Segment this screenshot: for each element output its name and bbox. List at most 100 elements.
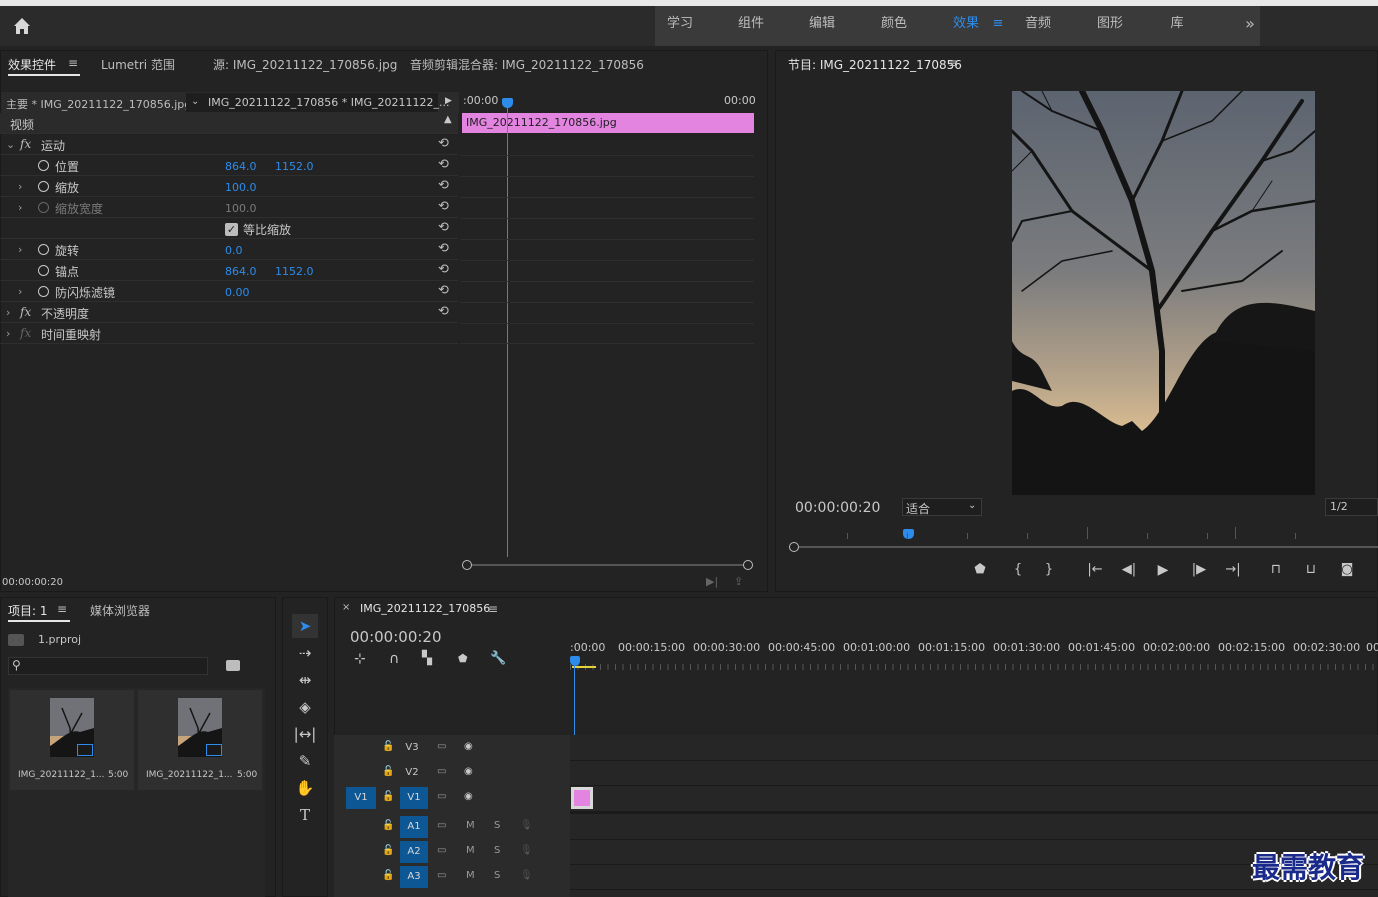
timeline-playhead-handle[interactable] (570, 656, 580, 666)
position-y-value[interactable]: 1152.0 (275, 160, 314, 173)
timeline-ruler-ticks[interactable] (570, 664, 1378, 670)
track-select-tool-icon[interactable]: ⇢ (292, 641, 318, 665)
workspace-audio[interactable]: 音频 (1018, 6, 1058, 40)
mute-button[interactable]: M (466, 845, 475, 856)
reset-icon[interactable]: ⟲ (438, 305, 452, 319)
reset-icon[interactable]: ⟲ (438, 137, 452, 151)
program-timecode[interactable]: 00:00:00:20 (795, 500, 880, 516)
reset-icon[interactable]: ⟲ (438, 221, 452, 235)
solo-button[interactable]: S (494, 845, 500, 856)
stopwatch-icon[interactable] (38, 286, 49, 297)
workspace-graphics[interactable]: 图形 (1090, 6, 1130, 40)
panel-menu-icon[interactable]: ≡ (68, 56, 78, 70)
slip-tool-icon[interactable]: |↔| (292, 722, 318, 746)
workspace-effects[interactable]: 效果 (946, 6, 986, 40)
nest-icon[interactable]: ⊹ (354, 651, 366, 667)
track-target-v2[interactable]: V2 (400, 762, 424, 784)
track-target-a2[interactable]: A2 (400, 841, 428, 863)
sequence-tab[interactable]: IMG_20211122_170856 (360, 602, 490, 615)
workspace-libraries[interactable]: 库 (1162, 6, 1192, 40)
step-back-icon[interactable]: ◀| (1119, 562, 1139, 577)
microphone-icon[interactable]: 🎙 (520, 845, 533, 856)
play-icon[interactable]: ▶ (1153, 562, 1173, 578)
new-bin-from-search-icon[interactable] (226, 660, 240, 671)
export-icon[interactable]: ⇪ (734, 575, 743, 588)
mini-zoom-scrollbar[interactable] (462, 560, 754, 570)
wrench-icon[interactable]: 🔧 (490, 651, 506, 666)
chevron-right-icon[interactable]: › (18, 243, 22, 256)
chevron-down-icon[interactable]: ⌄ (6, 138, 15, 151)
extract-icon[interactable]: ⊔ (1301, 562, 1321, 577)
home-icon[interactable] (10, 14, 34, 38)
collapse-up-icon[interactable]: ▲ (444, 114, 452, 125)
tab-media-browser[interactable]: 媒体浏览器 (90, 602, 150, 619)
position-x-value[interactable]: 864.0 (225, 160, 257, 173)
chevron-right-icon[interactable]: › (18, 285, 22, 298)
solo-button[interactable]: S (494, 870, 500, 881)
lock-icon[interactable]: 🔓 (382, 766, 394, 777)
stopwatch-icon[interactable] (38, 244, 49, 255)
sync-lock-icon[interactable]: ▭ (437, 845, 446, 856)
track-target-v3[interactable]: V3 (400, 737, 424, 759)
tab-audio-clip-mixer[interactable]: 音频剪辑混合器: IMG_20211122_170856 (410, 56, 644, 73)
workspace-menu-icon[interactable]: ≡ (990, 6, 1006, 40)
workspace-learn[interactable]: 学习 (660, 6, 700, 40)
type-tool-icon[interactable]: T (292, 803, 318, 827)
sync-lock-icon[interactable]: ▭ (437, 766, 446, 777)
stopwatch-icon[interactable] (38, 265, 49, 276)
chevron-right-icon[interactable]: › (6, 327, 10, 340)
mark-in-icon[interactable]: { (1008, 562, 1028, 577)
workspace-editing[interactable]: 编辑 (802, 6, 842, 40)
chevron-right-icon[interactable]: › (18, 180, 22, 193)
panel-menu-icon[interactable]: ≡ (488, 602, 498, 616)
panel-menu-icon[interactable]: ≡ (57, 602, 67, 616)
mute-button[interactable]: M (466, 820, 475, 831)
close-icon[interactable]: × (342, 602, 350, 613)
work-area-bar[interactable] (572, 666, 596, 668)
ripple-edit-tool-icon[interactable]: ⇹ (292, 668, 318, 692)
lock-icon[interactable]: 🔓 (382, 845, 394, 856)
stopwatch-icon[interactable] (38, 160, 49, 171)
workspace-overflow-icon[interactable]: » (1240, 6, 1260, 40)
play-clip-icon[interactable]: ▶ (445, 96, 452, 106)
tab-effect-controls[interactable]: 效果控件 (8, 56, 56, 73)
timeline-clip-v1[interactable] (571, 787, 593, 809)
chevron-right-icon[interactable]: › (6, 306, 10, 319)
lock-icon[interactable]: 🔓 (382, 820, 394, 831)
scale-value[interactable]: 100.0 (225, 181, 257, 194)
filter-icon[interactable]: ▶| (706, 575, 718, 588)
snap-icon[interactable]: ∩ (389, 651, 399, 667)
linked-selection-icon[interactable]: ▚ (422, 651, 432, 666)
lock-icon[interactable]: 🔓 (382, 741, 394, 752)
workspace-assembly[interactable]: 组件 (731, 6, 771, 40)
workspace-color[interactable]: 颜色 (874, 6, 914, 40)
mark-out-icon[interactable]: } (1039, 562, 1059, 577)
program-scrubber[interactable] (789, 527, 1378, 557)
lift-icon[interactable]: ⊓ (1266, 562, 1286, 577)
eye-icon[interactable]: ◉ (464, 766, 473, 777)
tab-project[interactable]: 项目: 1 (8, 602, 48, 619)
program-video-frame[interactable] (1012, 91, 1315, 495)
razor-tool-icon[interactable]: ◈ (292, 695, 318, 719)
track-target-a1[interactable]: A1 (400, 816, 428, 838)
hand-tool-icon[interactable]: ✋ (292, 776, 318, 800)
reset-icon[interactable]: ⟲ (438, 158, 452, 172)
reset-icon[interactable]: ⟲ (438, 200, 452, 214)
sync-lock-icon[interactable]: ▭ (437, 741, 446, 752)
lock-icon[interactable]: 🔓 (382, 870, 394, 881)
add-marker-icon[interactable]: ⬟ (970, 562, 990, 577)
tab-lumetri-scopes[interactable]: Lumetri 范围 (101, 56, 175, 73)
sync-lock-icon[interactable]: ▭ (437, 870, 446, 881)
step-forward-icon[interactable]: |▶ (1189, 562, 1209, 577)
add-marker-icon[interactable]: ⬟ (458, 652, 468, 665)
track-target-a3[interactable]: A3 (400, 866, 428, 888)
reset-icon[interactable]: ⟲ (438, 284, 452, 298)
mute-button[interactable]: M (466, 870, 475, 881)
sync-lock-icon[interactable]: ▭ (437, 820, 446, 831)
mini-playhead-handle[interactable] (502, 98, 513, 108)
microphone-icon[interactable]: 🎙 (520, 820, 533, 831)
anchor-x-value[interactable]: 864.0 (225, 265, 257, 278)
go-to-out-icon[interactable]: →| (1223, 562, 1243, 577)
project-search-input[interactable] (8, 657, 208, 675)
antiflicker-value[interactable]: 0.00 (225, 286, 250, 299)
